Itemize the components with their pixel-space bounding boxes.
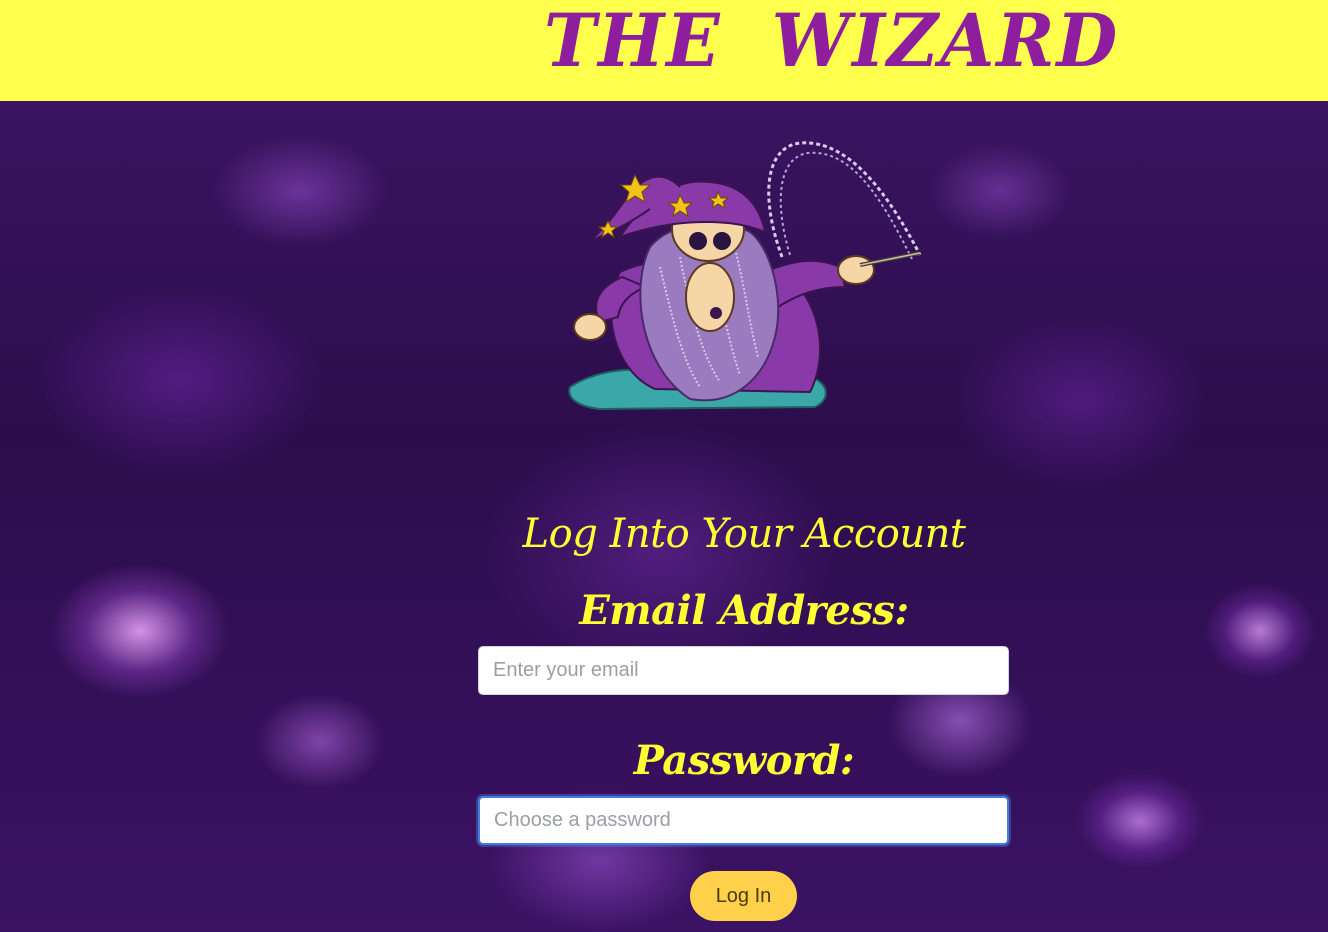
email-field[interactable]	[478, 646, 1009, 695]
login-heading: Log Into Your Account	[522, 511, 966, 557]
site-header: THE WIZARD	[0, 0, 1328, 101]
login-background: Log Into Your Account Email Address: Pas…	[0, 101, 1328, 932]
brand-logo[interactable]: THE WIZARD	[544, 0, 1117, 99]
brand-word-the: THE	[544, 0, 722, 85]
password-label: Password:	[633, 737, 855, 784]
brand-word-wizard: WIZARD	[771, 0, 1120, 85]
login-button[interactable]: Log In	[690, 871, 797, 921]
password-field[interactable]	[478, 796, 1009, 845]
wizard-with-wand-icon	[568, 141, 922, 411]
email-label: Email Address:	[579, 587, 909, 634]
